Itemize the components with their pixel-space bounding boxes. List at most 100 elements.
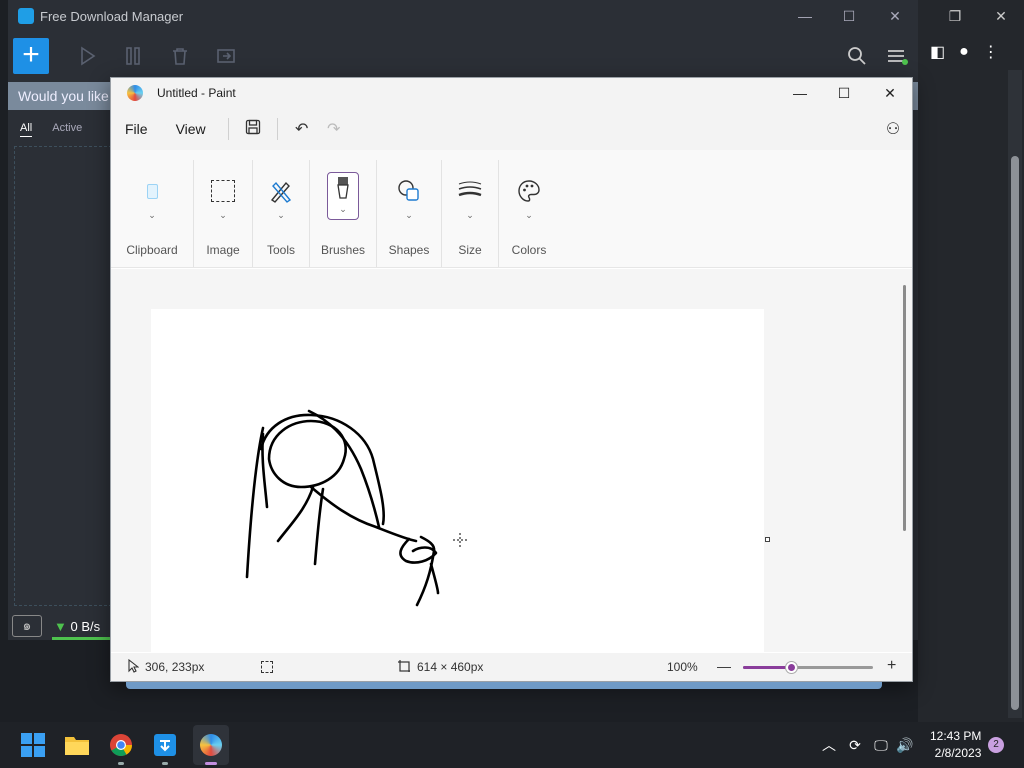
- trash-icon[interactable]: [157, 38, 203, 74]
- paint-window: Untitled - Paint — ☐ ✕ File View ↶ ↷ ⚇ ⌄…: [110, 77, 913, 682]
- selection-size: [261, 661, 273, 673]
- background-window-tools: ◧ ● ⋮: [918, 32, 1024, 72]
- menu-view[interactable]: View: [162, 121, 220, 137]
- menu-separator: [227, 118, 229, 140]
- banner-text: Would you like: [18, 88, 109, 104]
- tab-active[interactable]: Active: [52, 122, 82, 137]
- start-icon[interactable]: [65, 38, 111, 74]
- ribbon-label-shapes: Shapes: [388, 243, 430, 257]
- ribbon-group-shapes[interactable]: ⌄ Shapes: [377, 160, 442, 267]
- ribbon-label-image: Image: [206, 243, 240, 257]
- menu-icon[interactable]: [874, 38, 920, 74]
- ribbon-group-image[interactable]: ⌄ Image: [194, 160, 253, 267]
- undo-icon[interactable]: ↶: [286, 119, 318, 139]
- running-indicator: [162, 762, 168, 765]
- ribbon-group-colors[interactable]: ⌄ Colors: [499, 160, 559, 267]
- restore-icon[interactable]: ❐: [932, 8, 978, 25]
- notification-badge[interactable]: 2: [988, 737, 1004, 753]
- fdm-taskbar-button[interactable]: [150, 730, 180, 760]
- paint-icon: [200, 734, 222, 756]
- zoom-slider-thumb[interactable]: [786, 662, 798, 673]
- ribbon-label-tools: Tools: [266, 243, 295, 257]
- zoom-in-button[interactable]: +: [887, 657, 896, 675]
- maximize-icon[interactable]: ☐: [821, 78, 867, 108]
- speed-indicator: ▼ 0 B/s: [54, 619, 100, 634]
- select-icon: [206, 174, 240, 208]
- close-icon[interactable]: ✕: [872, 0, 918, 32]
- minimize-icon[interactable]: —: [782, 0, 828, 32]
- chevron-down-icon: ⌄: [525, 210, 533, 220]
- add-download-button[interactable]: +: [13, 38, 49, 74]
- paint-menubar: File View ↶ ↷ ⚇: [111, 108, 912, 150]
- redo-icon[interactable]: ↷: [318, 119, 350, 139]
- cursor-position: 306, 233px: [127, 658, 205, 676]
- paint-taskbar-button[interactable]: [196, 730, 226, 760]
- account-icon[interactable]: ⚇: [877, 119, 909, 139]
- fdm-app-icon: [18, 8, 34, 24]
- close-icon[interactable]: ✕: [978, 8, 1024, 25]
- cursor-position-value: 306, 233px: [145, 660, 205, 674]
- ribbon-label-brushes: Brushes: [320, 243, 366, 257]
- size-icon: [453, 174, 487, 208]
- windows-logo-icon: [21, 733, 45, 757]
- minimize-icon[interactable]: —: [777, 78, 823, 108]
- paint-logo-icon: [127, 85, 143, 101]
- scrollbar[interactable]: [1008, 70, 1022, 718]
- drawing-canvas[interactable]: [151, 309, 764, 652]
- fdm-titlebar: Free Download Manager — ☐ ✕: [8, 0, 918, 32]
- clock[interactable]: 12:43 PM 2/8/2023: [930, 728, 981, 762]
- pointer-icon: [127, 658, 140, 676]
- clock-time: 12:43 PM: [930, 729, 982, 743]
- background-window: ❐ ✕ ◧ ● ⋮: [918, 0, 1024, 722]
- canvas-scrollbar[interactable]: [903, 285, 906, 531]
- down-arrow-icon: ▼: [54, 618, 67, 634]
- chrome-button[interactable]: [106, 730, 136, 760]
- folder-icon: [65, 737, 89, 755]
- more-icon[interactable]: ⋮: [983, 42, 999, 62]
- start-button[interactable]: [18, 730, 48, 760]
- ribbon-group-clipboard[interactable]: ⌄ Clipboard: [111, 160, 194, 267]
- system-tray: ︿ ⟳ 🖵 🔊: [822, 722, 916, 768]
- ribbon-label-colors: Colors: [511, 243, 547, 257]
- menu-file[interactable]: File: [111, 121, 162, 137]
- sync-icon[interactable]: ⟳: [842, 737, 868, 754]
- paint-ribbon: ⌄ Clipboard ⌄ Image ⌄ Tools ⌄ Brushes ⌄ …: [111, 150, 912, 268]
- canvas-size: 614 × 460px: [397, 659, 483, 676]
- fdm-tabs: All Active: [20, 122, 82, 137]
- ribbon-group-tools[interactable]: ⌄ Tools: [253, 160, 310, 267]
- shapes-icon: [392, 174, 426, 208]
- clipboard-icon: [135, 174, 169, 208]
- running-indicator: [118, 762, 124, 765]
- close-icon[interactable]: ✕: [867, 78, 913, 108]
- chevron-down-icon: ⌄: [339, 204, 347, 214]
- canvas-size-icon: [397, 659, 411, 676]
- fdm-title-text: Free Download Manager: [40, 8, 184, 24]
- file-explorer-button[interactable]: [62, 730, 92, 760]
- canvas-resize-handle[interactable]: [765, 537, 770, 542]
- snail-mode-icon[interactable]: ๑: [12, 615, 42, 637]
- network-icon[interactable]: 🖵: [868, 737, 894, 754]
- tab-all[interactable]: All: [20, 122, 33, 137]
- chevron-down-icon: ⌄: [466, 210, 474, 220]
- move-icon[interactable]: [203, 38, 249, 74]
- chevron-up-icon[interactable]: ︿: [822, 735, 842, 755]
- download-list: [14, 146, 112, 606]
- sidebar-icon[interactable]: ◧: [930, 42, 945, 62]
- ribbon-group-brushes[interactable]: ⌄ Brushes: [310, 160, 377, 267]
- speed-value: 0 B/s: [70, 618, 101, 634]
- zoom-slider[interactable]: [743, 662, 873, 673]
- volume-icon[interactable]: 🔊: [894, 737, 916, 754]
- chevron-down-icon: ⌄: [277, 210, 285, 220]
- scrollbar-thumb[interactable]: [1011, 156, 1019, 710]
- zoom-out-button[interactable]: —: [717, 658, 731, 674]
- maximize-icon[interactable]: ☐: [826, 0, 872, 32]
- taskbar: ︿ ⟳ 🖵 🔊 12:43 PM 2/8/2023 2: [0, 722, 1024, 768]
- background-window-edge: [126, 682, 882, 689]
- pause-icon[interactable]: [111, 38, 157, 74]
- save-icon[interactable]: [237, 119, 269, 140]
- background-window-titlebar: ❐ ✕: [918, 0, 1024, 32]
- profile-icon[interactable]: ●: [959, 43, 969, 61]
- fdm-toolbar: +: [8, 32, 918, 80]
- ribbon-group-size[interactable]: ⌄ Size: [442, 160, 499, 267]
- chevron-down-icon: ⌄: [148, 210, 156, 220]
